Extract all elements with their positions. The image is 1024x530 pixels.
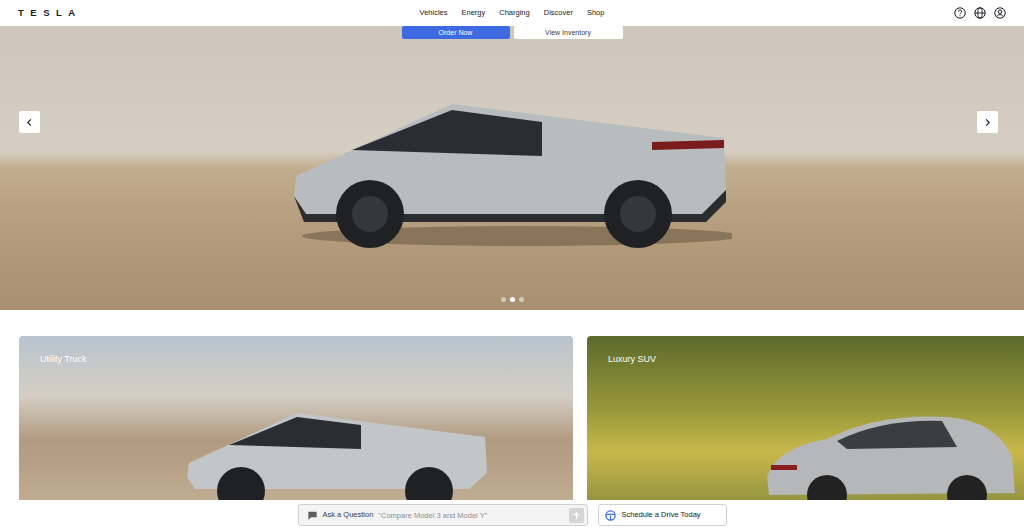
chevron-right-icon <box>983 118 992 127</box>
nav-link[interactable]: Energy <box>462 5 486 20</box>
chat-icon <box>307 510 318 521</box>
nav-link[interactable]: Charging <box>499 5 529 20</box>
send-button[interactable] <box>569 508 584 523</box>
tesla-logo[interactable]: TESLA <box>18 6 82 20</box>
chevron-left-icon <box>25 118 34 127</box>
help-icon[interactable] <box>954 7 966 19</box>
slide-dot[interactable] <box>501 297 506 302</box>
hero-banner: Order Now View Inventory <box>0 26 1024 310</box>
previous-slide-button[interactable] <box>19 111 40 133</box>
card-title: Utility Truck <box>19 336 573 367</box>
main-menu: Vehicles Energy Charging Discover Shop <box>420 5 605 20</box>
schedule-drive-button[interactable]: Schedule a Drive Today <box>598 504 727 526</box>
steering-wheel-icon <box>605 510 616 521</box>
next-slide-button[interactable] <box>977 111 998 133</box>
question-input[interactable] <box>378 507 563 523</box>
globe-icon[interactable] <box>974 7 986 19</box>
slide-indicators <box>0 297 1024 302</box>
hero-photo <box>292 98 732 248</box>
schedule-drive-label: Schedule a Drive Today <box>622 509 701 520</box>
order-now-button[interactable]: Order Now <box>402 26 510 39</box>
account-icon[interactable] <box>994 7 1006 19</box>
nav-link[interactable]: Vehicles <box>420 5 448 20</box>
hero-actions: Order Now View Inventory <box>0 26 1024 39</box>
arrow-up-icon <box>571 510 582 521</box>
slide-dot[interactable] <box>519 297 524 302</box>
logo-area: TESLA <box>18 6 420 20</box>
ask-question-label: Ask a Question <box>323 509 374 520</box>
nav-link[interactable]: Discover <box>544 5 573 20</box>
nav-link[interactable]: Shop <box>587 5 605 20</box>
assistant-bar: Ask a Question Schedule a Drive Today <box>0 500 1024 530</box>
card-title: Luxury SUV <box>587 336 1024 367</box>
slide-dot[interactable] <box>510 297 515 302</box>
account-tools <box>604 7 1006 19</box>
top-nav: TESLA Vehicles Energy Charging Discover Shop <box>0 0 1024 26</box>
view-inventory-button[interactable]: View Inventory <box>514 26 623 39</box>
ask-question-field[interactable]: Ask a Question <box>298 504 588 526</box>
